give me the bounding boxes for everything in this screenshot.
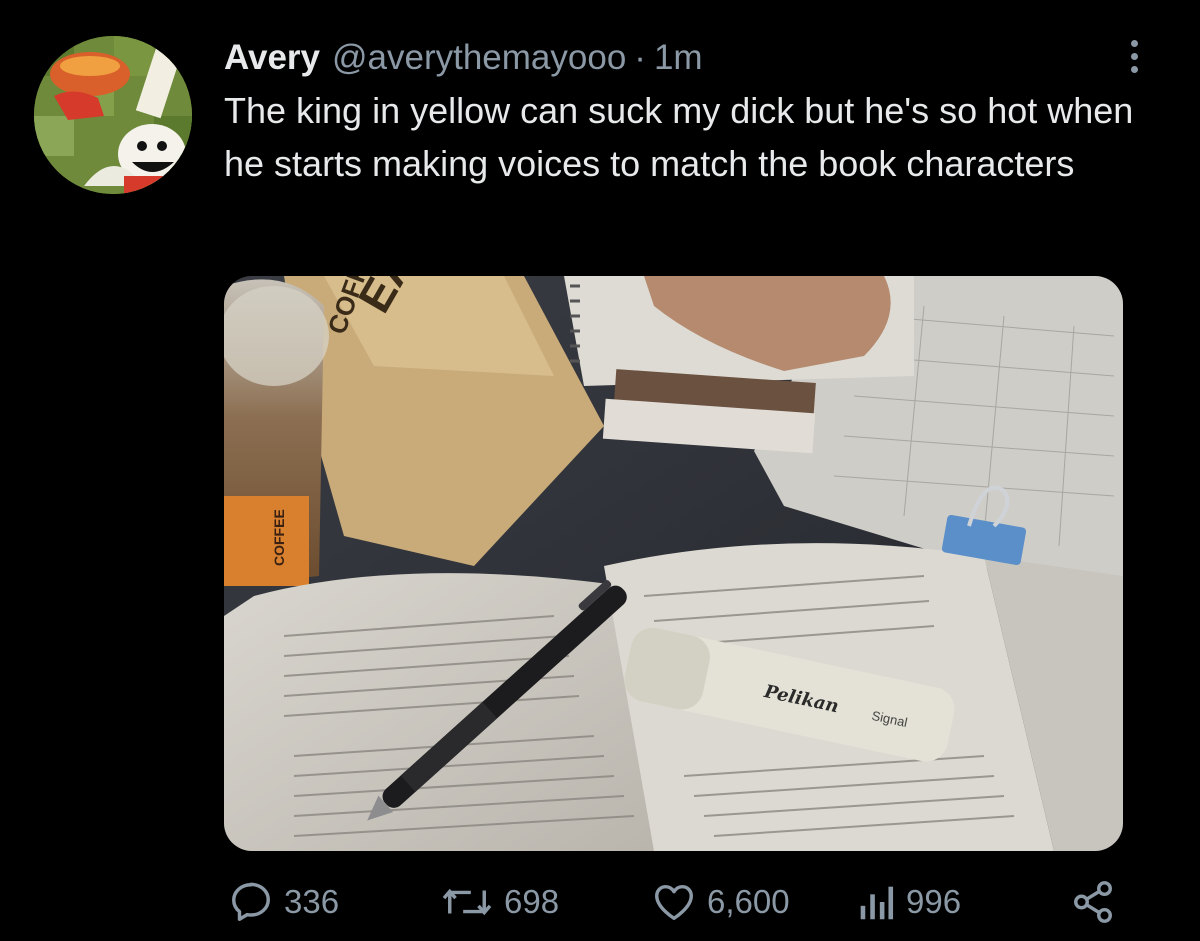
tweet-header: Avery @averythemayooo · 1m bbox=[224, 34, 703, 82]
views-icon bbox=[860, 886, 894, 920]
tweet: Avery @averythemayooo · 1m The king in y… bbox=[0, 0, 1200, 941]
retweet-button[interactable]: 698 bbox=[440, 872, 559, 932]
tweet-text: The king in yellow can suck my dick but … bbox=[224, 90, 1134, 184]
views-count: 996 bbox=[906, 883, 962, 920]
retweet-icon bbox=[442, 888, 492, 916]
user-handle[interactable]: @averythemayooo bbox=[332, 34, 626, 82]
share-button[interactable] bbox=[1070, 872, 1116, 932]
more-vertical-icon bbox=[1130, 65, 1138, 73]
tweet-photo[interactable]: COFFEE EA COFFEE Pelikan Signal bbox=[224, 276, 1123, 851]
display-name[interactable]: Avery bbox=[224, 34, 320, 82]
tweet-actions: 336 698 6,600 996 bbox=[0, 872, 1200, 932]
timestamp[interactable]: 1m bbox=[654, 34, 703, 82]
avatar[interactable] bbox=[34, 36, 192, 194]
avatar-image bbox=[34, 36, 192, 194]
more-vertical-icon bbox=[1130, 39, 1138, 47]
heart-icon bbox=[655, 884, 693, 921]
retweet-count: 698 bbox=[504, 883, 560, 920]
more-options-button[interactable] bbox=[1116, 34, 1152, 78]
views-button[interactable]: 996 bbox=[856, 872, 961, 932]
share-icon bbox=[1074, 881, 1112, 923]
cup-label: COFFEE bbox=[271, 509, 287, 566]
photo-study-desk: COFFEE EA COFFEE Pelikan Signal bbox=[224, 276, 1123, 851]
separator-dot: · bbox=[634, 38, 646, 77]
like-button[interactable]: 6,600 bbox=[651, 872, 790, 932]
more-vertical-icon bbox=[1130, 52, 1138, 60]
reply-button[interactable]: 336 bbox=[228, 872, 339, 932]
reply-icon bbox=[232, 882, 270, 921]
reply-count: 336 bbox=[284, 883, 340, 920]
like-count: 6,600 bbox=[707, 883, 790, 920]
